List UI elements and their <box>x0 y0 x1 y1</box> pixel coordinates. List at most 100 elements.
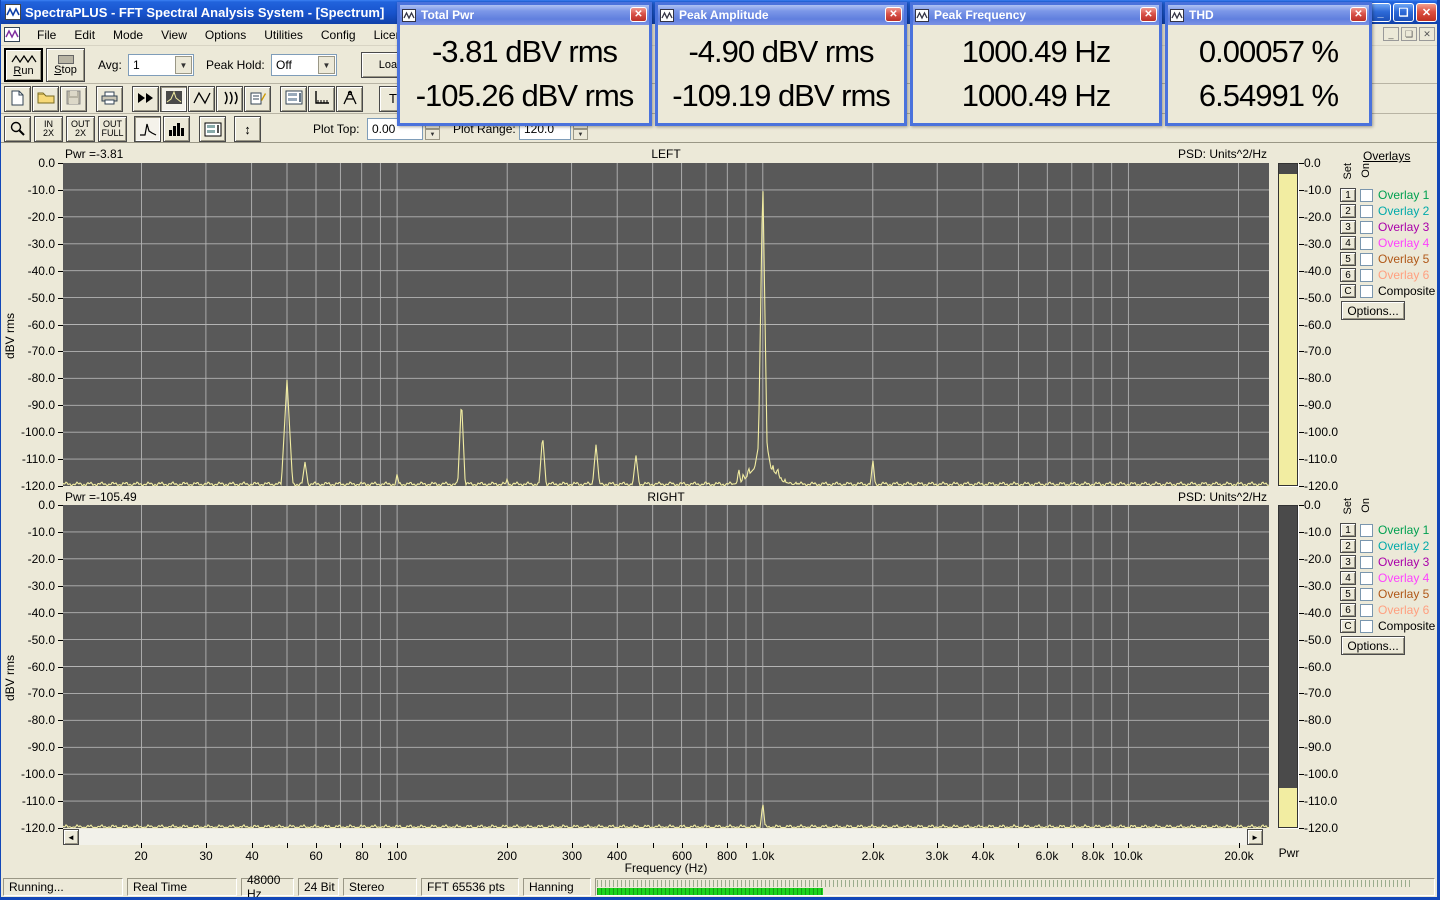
spectrum-plot-display-button[interactable] <box>160 86 187 112</box>
calipers-icon <box>342 90 358 108</box>
meter-title-bar[interactable]: Peak Frequency <box>913 5 1159 25</box>
close-icon[interactable]: ✕ <box>630 7 647 22</box>
mdi-restore-icon[interactable]: ❏ <box>1401 27 1417 41</box>
overlay-set-button-1[interactable]: 1 <box>1340 188 1356 202</box>
overlay-on-checkbox-2[interactable] <box>1360 204 1373 218</box>
overlay-set-button-3[interactable]: 3 <box>1340 555 1356 569</box>
calipers-button[interactable] <box>336 86 363 112</box>
zoom-out-2x-button[interactable]: OUT 2X <box>66 116 95 142</box>
restore-icon[interactable]: ❏ <box>1393 3 1414 22</box>
overlay-on-checkbox-6[interactable] <box>1360 603 1373 617</box>
zoom-out-full-button[interactable]: OUT FULL <box>98 116 127 142</box>
overlay-options-button[interactable]: Options... <box>1341 301 1405 320</box>
menu-item-options[interactable]: Options <box>196 26 255 44</box>
overlay-on-checkbox-3[interactable] <box>1360 555 1373 569</box>
overlay-set-button-1[interactable]: 1 <box>1340 523 1356 537</box>
overlay-set-button-2[interactable]: 2 <box>1340 539 1356 553</box>
menu-item-mode[interactable]: Mode <box>104 26 152 44</box>
x-tick-mark <box>653 843 654 848</box>
overlay-on-checkbox-3[interactable] <box>1360 220 1373 234</box>
mdi-close-icon[interactable]: ✕ <box>1419 27 1435 41</box>
octave-bars-button[interactable] <box>163 116 190 142</box>
meter-title-bar[interactable]: Peak Amplitude <box>658 5 904 25</box>
close-icon[interactable]: ✕ <box>1350 7 1367 22</box>
meter-value-line1: 1000.49 Hz <box>961 33 1112 69</box>
open-file-button[interactable] <box>32 86 59 112</box>
x-tick-label: 600 <box>671 849 693 863</box>
meter-window-peak-frequency[interactable]: Peak Frequency ✕ 1000.49 Hz 1000.49 Hz <box>910 2 1162 126</box>
overlay-row: 3 Overlay 3 <box>1340 554 1429 570</box>
close-icon[interactable]: ✕ <box>1140 7 1157 22</box>
overlay-on-checkbox-6[interactable] <box>1360 268 1373 282</box>
zoom-in-2x-button[interactable]: IN 2X <box>34 116 63 142</box>
meter-window-thd[interactable]: THD ✕ 0.00057 % 6.54991 % <box>1165 2 1372 126</box>
overlay-on-checkbox-4[interactable] <box>1360 236 1373 250</box>
overlay-set-button-4[interactable]: 4 <box>1340 571 1356 585</box>
overlay-on-checkbox-5[interactable] <box>1360 587 1373 601</box>
meter-window-peak-amplitude[interactable]: Peak Amplitude ✕ -4.90 dBV rms -109.19 dBV … <box>655 2 907 126</box>
overlay-row: 6 Overlay 6 <box>1340 602 1429 618</box>
overlay-on-checkbox-1[interactable] <box>1360 523 1373 537</box>
overlay-set-button-5[interactable]: 5 <box>1340 587 1356 601</box>
zoom-button[interactable] <box>4 116 31 142</box>
vertical-scale-button[interactable]: ↕ <box>234 116 261 142</box>
overlay-set-button-c[interactable]: C <box>1340 284 1356 298</box>
mdi-document-icon[interactable] <box>4 27 20 42</box>
scroll-right-icon[interactable]: ► <box>1247 829 1263 845</box>
overlay-options-button[interactable]: Options... <box>1341 636 1405 655</box>
window-icon <box>1170 8 1184 22</box>
y-tick-label-right: -110.0 <box>1304 794 1338 808</box>
overlay-on-checkbox-2[interactable] <box>1360 539 1373 553</box>
overlay-set-button-2[interactable]: 2 <box>1340 204 1356 218</box>
stop-button[interactable]: Stop <box>46 48 85 82</box>
overlay-on-checkbox-5[interactable] <box>1360 252 1373 266</box>
scale-ruler-button[interactable] <box>308 86 335 112</box>
overlay-set-button-4[interactable]: 4 <box>1340 236 1356 250</box>
menu-item-view[interactable]: View <box>152 26 196 44</box>
save-file-button[interactable] <box>60 86 87 112</box>
peak-hold-select[interactable]: Off ▼ <box>271 54 337 76</box>
signal-notes-button[interactable] <box>244 86 271 112</box>
overlay-on-checkbox-c[interactable] <box>1360 284 1373 298</box>
overlay-on-checkbox-c[interactable] <box>1360 619 1373 633</box>
avg-select[interactable]: 1 ▼ <box>128 54 194 76</box>
mdi-minimize-icon[interactable]: _ <box>1383 27 1399 41</box>
menu-item-config[interactable]: Config <box>312 26 365 44</box>
overlay-set-button-c[interactable]: C <box>1340 619 1356 633</box>
meter-value-line2: 6.54991 % <box>1198 78 1339 114</box>
narrowband-spectrum-button[interactable] <box>134 116 161 142</box>
display-options-button[interactable] <box>199 116 226 142</box>
time-series-display-button[interactable] <box>188 86 215 112</box>
chevron-down-icon[interactable]: ▼ <box>318 56 335 74</box>
overlay-set-button-6[interactable]: 6 <box>1340 268 1356 282</box>
fast-forward-button[interactable] <box>132 86 159 112</box>
meter-title-bar[interactable]: Total Pwr <box>400 5 649 25</box>
print-button[interactable] <box>96 86 123 112</box>
meter-value-line1: 0.00057 % <box>1198 33 1339 69</box>
x-tick-label: 200 <box>496 849 518 863</box>
close-icon[interactable]: ✕ <box>885 7 902 22</box>
horizontal-scrollbar[interactable]: ◄ ► <box>63 829 1263 845</box>
menu-item-utilities[interactable]: Utilities <box>255 26 312 44</box>
spectrogram-display-button[interactable] <box>216 86 243 112</box>
meter-title-bar[interactable]: THD <box>1168 5 1369 25</box>
meter-title: THD <box>1189 8 1214 22</box>
menu-item-edit[interactable]: Edit <box>65 26 104 44</box>
menu-item-file[interactable]: File <box>28 26 65 44</box>
overlay-set-button-5[interactable]: 5 <box>1340 252 1356 266</box>
left-spectrum-plot[interactable] <box>63 163 1269 486</box>
close-icon[interactable]: ✕ <box>1416 3 1437 22</box>
display-options-button[interactable] <box>280 86 307 112</box>
minimize-icon[interactable]: _ <box>1370 3 1391 22</box>
run-button[interactable]: Run <box>4 48 43 82</box>
overlay-on-checkbox-1[interactable] <box>1360 188 1373 202</box>
overlay-set-button-3[interactable]: 3 <box>1340 220 1356 234</box>
overlay-on-checkbox-4[interactable] <box>1360 571 1373 585</box>
y-tick-mark <box>58 378 63 379</box>
chevron-down-icon[interactable]: ▼ <box>175 56 192 74</box>
right-spectrum-plot[interactable] <box>63 505 1269 828</box>
new-file-button[interactable] <box>4 86 31 112</box>
meter-window-total-pwr[interactable]: Total Pwr ✕ -3.81 dBV rms -105.26 dBV rms <box>397 2 652 126</box>
overlay-set-button-6[interactable]: 6 <box>1340 603 1356 617</box>
scroll-left-icon[interactable]: ◄ <box>63 829 79 845</box>
